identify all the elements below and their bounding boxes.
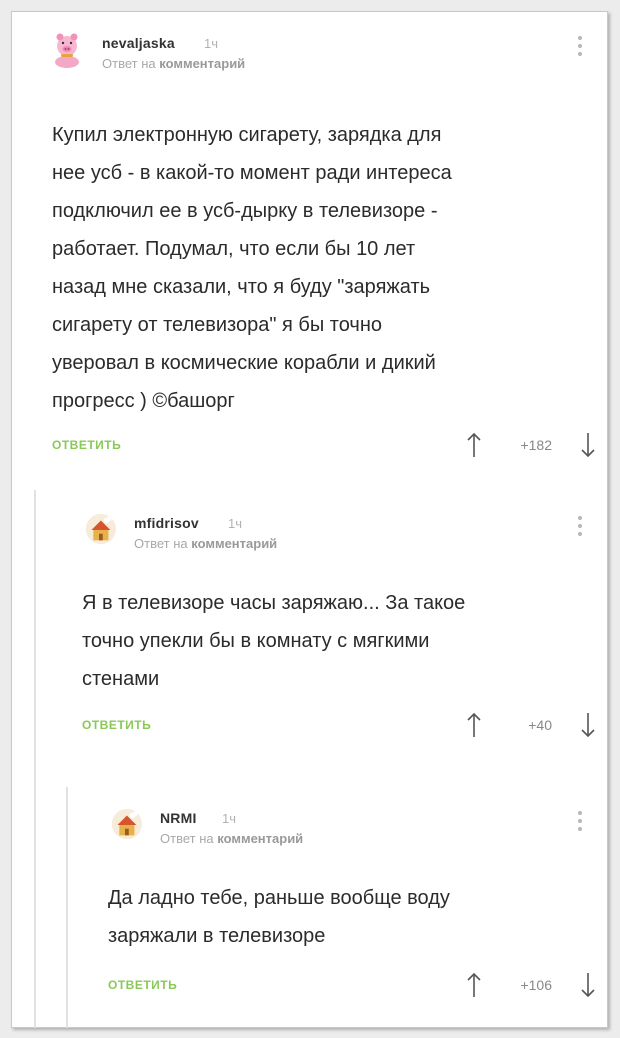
reply-target-link[interactable]: комментарий xyxy=(159,56,245,71)
reply-to-label: Ответ на комментарий xyxy=(160,831,303,846)
comment-text: Да ладно тебе, раньше вообще воду заряжа… xyxy=(108,887,450,947)
more-options-icon[interactable] xyxy=(578,36,582,56)
reply-button[interactable]: ОТВЕТИТЬ xyxy=(52,438,121,452)
comment-header: mfidrisov 1ч Ответ на комментарий xyxy=(82,512,597,558)
arrow-up-icon[interactable] xyxy=(466,712,482,738)
arrow-up-icon[interactable] xyxy=(466,432,482,458)
rating-value: +106 xyxy=(520,977,552,993)
house-avatar-icon[interactable] xyxy=(108,807,142,841)
comment-time: 1ч xyxy=(228,516,243,531)
reply-prefix: Ответ на xyxy=(102,56,156,71)
arrow-down-icon[interactable] xyxy=(580,712,596,738)
reply-to-label: Ответ на комментарий xyxy=(102,56,245,71)
reply-button[interactable]: ОТВЕТИТЬ xyxy=(82,718,151,732)
pig-avatar-icon[interactable] xyxy=(52,32,82,68)
comment: mfidrisov 1ч Ответ на комментарий Я в те… xyxy=(82,512,597,738)
arrow-up-icon[interactable] xyxy=(466,972,482,998)
comment: NRMI 1ч Ответ на комментарий Да ладно те… xyxy=(108,807,597,998)
arrow-down-icon[interactable] xyxy=(580,432,596,458)
comment: nevaljaska 1ч Ответ на комментарий Купил… xyxy=(52,32,597,458)
thread-line-level-2 xyxy=(66,787,68,1028)
comment-header: nevaljaska 1ч Ответ на комментарий xyxy=(52,32,597,78)
comment-footer: ОТВЕТИТЬ +182 xyxy=(52,432,597,462)
comment-text: Я в телевизоре часы заряжаю... За такое … xyxy=(82,592,466,690)
arrow-down-icon[interactable] xyxy=(580,972,596,998)
reply-button[interactable]: ОТВЕТИТЬ xyxy=(108,978,177,992)
reply-prefix: Ответ на xyxy=(160,831,214,846)
comment-text: Купил электронную сигарету, зарядка для … xyxy=(52,124,452,412)
rating-value: +40 xyxy=(528,717,552,733)
more-options-icon[interactable] xyxy=(578,811,582,831)
house-avatar-icon[interactable] xyxy=(82,512,116,546)
username[interactable]: mfidrisov xyxy=(134,515,199,531)
reply-target-link[interactable]: комментарий xyxy=(191,536,277,551)
thread-line-level-1 xyxy=(34,490,36,1028)
comment-thread-card: nevaljaska 1ч Ответ на комментарий Купил… xyxy=(11,11,608,1028)
username[interactable]: nevaljaska xyxy=(102,35,175,51)
reply-to-label: Ответ на комментарий xyxy=(134,536,277,551)
comment-footer: ОТВЕТИТЬ +40 xyxy=(82,712,597,742)
reply-prefix: Ответ на xyxy=(134,536,188,551)
rating-value: +182 xyxy=(520,437,552,453)
more-options-icon[interactable] xyxy=(578,516,582,536)
comment-time: 1ч xyxy=(204,36,219,51)
username[interactable]: NRMI xyxy=(160,810,197,826)
reply-target-link[interactable]: комментарий xyxy=(217,831,303,846)
comment-header: NRMI 1ч Ответ на комментарий xyxy=(108,807,597,853)
comment-footer: ОТВЕТИТЬ +106 xyxy=(108,972,597,1002)
comment-time: 1ч xyxy=(222,811,237,826)
